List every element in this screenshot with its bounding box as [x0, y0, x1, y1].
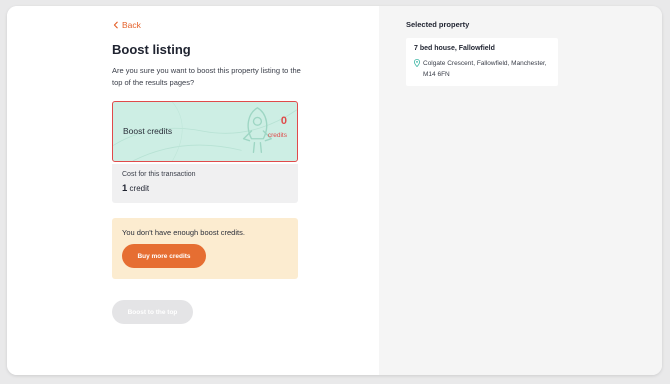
location-pin-icon [414, 59, 420, 67]
boost-credits-card: Boost credits 0 credits [112, 101, 298, 162]
alert-message: You don't have enough boost credits. [122, 228, 245, 237]
back-link[interactable]: Back [112, 20, 141, 30]
cost-summary: Cost for this transaction 1 credit [112, 164, 298, 203]
cost-unit: credit [129, 184, 150, 193]
boost-panel: Back Boost listing Are you sure you want… [7, 6, 379, 375]
boost-to-top-button[interactable]: Boost to the top [112, 300, 193, 324]
property-card: 7 bed house, Fallowfield Colgate Crescen… [406, 38, 558, 86]
selected-property-panel: Selected property 7 bed house, Fallowfie… [379, 6, 662, 375]
back-label: Back [122, 20, 141, 30]
cost-amount: 1 [122, 183, 128, 194]
insufficient-credits-alert: You don't have enough boost credits. Buy… [112, 218, 298, 279]
page-title: Boost listing [112, 42, 191, 57]
cost-value: 1 credit [122, 183, 149, 194]
app-window: Back Boost listing Are you sure you want… [7, 6, 662, 375]
credits-label: Boost credits [123, 126, 173, 136]
buy-credits-button[interactable]: Buy more credits [122, 244, 206, 268]
cost-label: Cost for this transaction [122, 171, 196, 178]
page-description: Are you sure you want to boost this prop… [112, 66, 301, 87]
credits-count: 0 [280, 115, 287, 127]
property-address: Colgate Crescent, Fallowfield, Mancheste… [423, 60, 547, 78]
property-name: 7 bed house, Fallowfield [414, 45, 495, 52]
chevron-left-icon [113, 21, 118, 29]
section-heading: Selected property [406, 20, 470, 29]
credits-unit: credits [267, 132, 287, 139]
